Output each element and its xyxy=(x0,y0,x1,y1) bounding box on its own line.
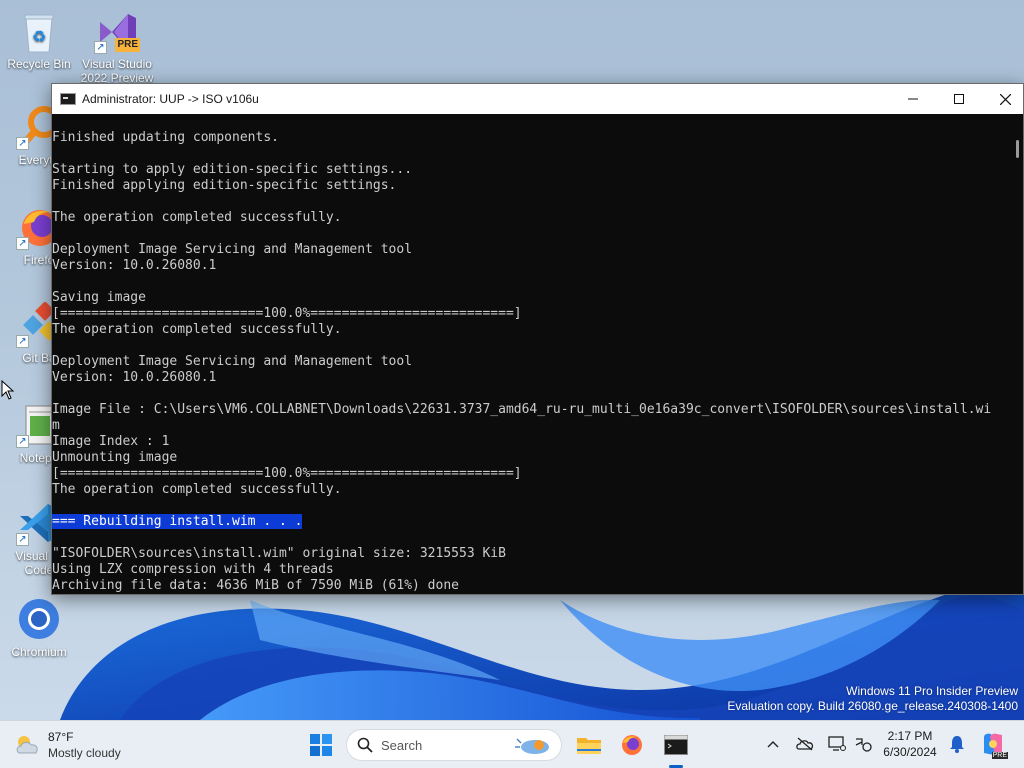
preview-badge: PRE xyxy=(115,38,140,52)
taskbar-file-explorer[interactable] xyxy=(573,729,605,761)
console-line: Deployment Image Servicing and Managemen… xyxy=(52,242,413,257)
console-line: Version: 10.0.26080.1 xyxy=(52,258,217,273)
desktop-icon-label: Chromium xyxy=(11,645,67,659)
console-line: [==========================100.0%=======… xyxy=(52,466,522,481)
start-button[interactable] xyxy=(305,729,337,761)
watermark-build: Evaluation copy. Build 26080.ge_release.… xyxy=(727,699,1018,713)
console-line: Starting to apply edition-specific setti… xyxy=(52,162,413,177)
notification-bell-icon xyxy=(950,736,964,753)
console-line: === Rebuilding install.wim . . . xyxy=(52,514,1010,530)
selected-text: === Rebuilding install.wim . . . xyxy=(52,514,303,529)
taskbar-terminal[interactable] xyxy=(660,729,692,761)
accessibility-icon xyxy=(855,738,872,752)
shortcut-arrow-icon: ↗ xyxy=(16,237,29,250)
desktop-icon-visual-studio-preview[interactable]: PRE ↗ Visual Studio 2022 Preview xyxy=(80,8,154,85)
console-line: The operation completed successfully. xyxy=(52,322,342,337)
chevron-up-icon xyxy=(767,741,779,748)
console-line: Image Index : 1 xyxy=(52,434,170,449)
weather-temperature: 87°F xyxy=(48,730,74,744)
console-line: Unmounting image xyxy=(52,450,178,465)
visual-studio-preview-icon: PRE ↗ xyxy=(94,8,140,54)
desktop-icon-label: Recycle Bin xyxy=(7,57,71,71)
console-scrollbar[interactable] xyxy=(1009,114,1023,594)
window-title: Administrator: UUP -> ISO v106u xyxy=(82,92,259,106)
onedrive-status-button[interactable] xyxy=(794,733,816,755)
console-line: Saving image xyxy=(52,290,146,305)
taskbar-search-box[interactable]: Search xyxy=(346,729,562,761)
search-highlight-icon xyxy=(515,738,549,754)
chromium-icon xyxy=(16,596,62,642)
close-button[interactable] xyxy=(982,84,1024,114)
taskbar-firefox[interactable] xyxy=(616,729,648,761)
taskbar: 87°F Mostly cloudy Search 2:17 PM 6/30/2… xyxy=(0,720,1024,768)
maximize-button[interactable] xyxy=(936,84,982,114)
desktop-icon-label: Visual Studio 2022 Preview xyxy=(80,57,154,85)
shortcut-arrow-icon: ↗ xyxy=(16,137,29,150)
firefox-icon xyxy=(622,735,642,755)
maximize-icon xyxy=(954,94,964,104)
shortcut-arrow-icon: ↗ xyxy=(16,533,29,546)
minimize-icon xyxy=(908,98,918,100)
watermark-edition: Windows 11 Pro Insider Preview xyxy=(846,684,1018,698)
weather-condition: Mostly cloudy xyxy=(48,746,121,760)
display-settings-button[interactable] xyxy=(826,733,848,755)
console-line: [==========================100.0%=======… xyxy=(52,306,522,321)
file-explorer-icon xyxy=(577,738,601,754)
console-line: m xyxy=(52,418,60,433)
console-line: Image File : C:\Users\VM6.COLLABNET\Down… xyxy=(52,402,992,417)
console-line: Finished updating components. xyxy=(52,130,279,145)
search-icon xyxy=(357,737,373,753)
cloudy-weather-icon xyxy=(16,736,38,754)
scrollbar-thumb[interactable] xyxy=(1016,140,1019,158)
weather-widget[interactable]: 87°F Mostly cloudy xyxy=(14,729,121,761)
console-app-icon xyxy=(60,93,76,105)
desktop-icon-chromium[interactable]: Chromium xyxy=(2,596,76,659)
onedrive-offline-icon xyxy=(796,737,814,751)
windows-watermark: Windows 11 Pro Insider Preview Evaluatio… xyxy=(727,684,1018,714)
recycle-bin-icon: ♻ xyxy=(16,8,62,54)
shortcut-arrow-icon: ↗ xyxy=(94,41,107,54)
mouse-cursor-icon xyxy=(1,379,15,405)
clock-date: 6/30/2024 xyxy=(883,745,937,759)
close-icon xyxy=(999,93,1011,105)
console-line: Using LZX compression with 4 threads xyxy=(52,562,334,577)
terminal-icon xyxy=(664,735,688,755)
shortcut-arrow-icon: ↗ xyxy=(16,335,29,348)
copilot-pre-badge: PRE xyxy=(991,752,1008,759)
console-line: Version: 10.0.26080.1 xyxy=(52,370,217,385)
display-icon xyxy=(828,736,846,751)
accessibility-button[interactable] xyxy=(852,733,874,755)
console-line: The operation completed successfully. xyxy=(52,482,342,497)
clock-time: 2:17 PM xyxy=(887,729,933,743)
console-line: Archiving file data: 4636 MiB of 7590 Mi… xyxy=(52,578,459,593)
console-window[interactable]: Administrator: UUP -> ISO v106u Finished… xyxy=(51,83,1024,595)
desktop-icon-recycle-bin[interactable]: ♻ Recycle Bin xyxy=(2,8,76,71)
notifications-button[interactable] xyxy=(946,733,968,755)
console-line: "ISOFOLDER\sources\install.wim" original… xyxy=(52,546,506,561)
console-output[interactable]: Finished updating components. Starting to… xyxy=(52,114,1010,594)
taskbar-clock[interactable]: 2:17 PM 6/30/2024 xyxy=(880,728,940,760)
console-line: The operation completed successfully. xyxy=(52,210,342,225)
copilot-button[interactable]: PRE xyxy=(980,731,1008,759)
window-titlebar[interactable]: Administrator: UUP -> ISO v106u xyxy=(52,84,1023,114)
svg-text:♻: ♻ xyxy=(32,27,46,46)
console-line: Finished applying edition-specific setti… xyxy=(52,178,397,193)
show-hidden-icons-button[interactable] xyxy=(762,733,784,755)
shortcut-arrow-icon: ↗ xyxy=(16,435,29,448)
minimize-button[interactable] xyxy=(890,84,936,114)
console-line: Deployment Image Servicing and Managemen… xyxy=(52,354,413,369)
start-icon xyxy=(310,734,332,756)
search-label: Search xyxy=(381,737,423,753)
